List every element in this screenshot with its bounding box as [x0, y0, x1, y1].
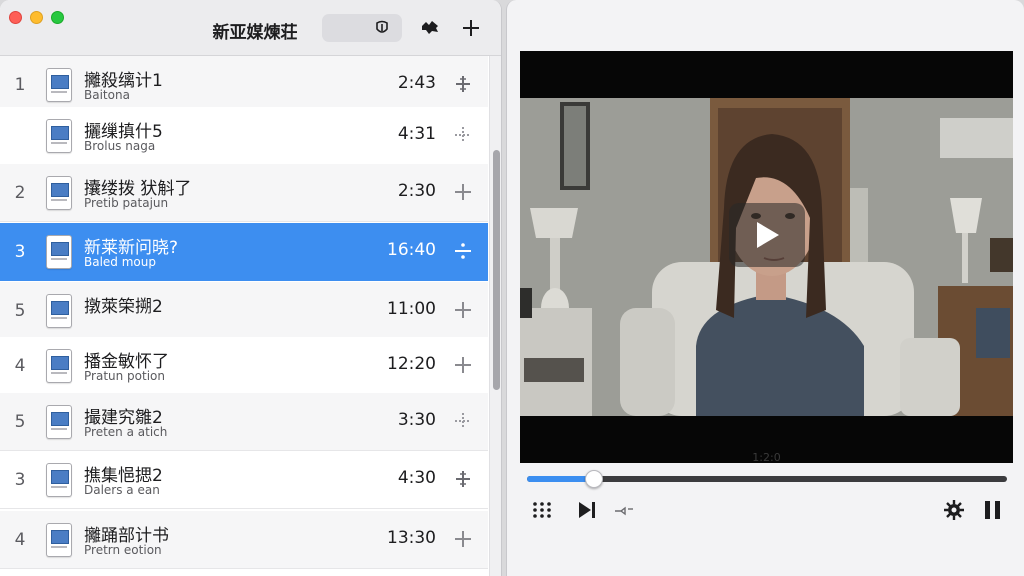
row-number: 4 [14, 530, 26, 550]
playlist-row[interactable]: 4 攡踊部计书 Pretrn eotion 13:30 [0, 511, 488, 569]
seek-bar-fill [527, 476, 595, 482]
row-number: 3 [14, 242, 26, 262]
row-subtitle: Pretrn eotion [84, 543, 162, 557]
row-subtitle: Baled moup [84, 255, 156, 269]
plus-icon[interactable] [452, 181, 474, 203]
play-icon [757, 222, 779, 248]
divide-icon[interactable] [452, 240, 474, 262]
document-thumbnail-icon [46, 349, 72, 383]
document-thumbnail-icon [46, 176, 72, 210]
row-duration: 4:30 [397, 468, 436, 488]
plus-icon [463, 20, 479, 36]
zoom-window-button[interactable] [51, 11, 64, 24]
settings-button[interactable] [942, 498, 966, 522]
playlist-row[interactable]: 5 撴萊筞搠2 11:00 [0, 282, 488, 340]
grid-button[interactable] [531, 498, 553, 522]
playlist-row[interactable]: 3 撨集悒揌2 Dalers a ean 4:30 [0, 451, 488, 509]
minimize-window-button[interactable] [30, 11, 43, 24]
document-thumbnail-icon [46, 235, 72, 269]
plus-dashed-icon[interactable] [452, 468, 474, 490]
search-shield-icon [376, 20, 388, 33]
playlist-scrollbar[interactable] [489, 56, 501, 576]
dotted-plus-icon[interactable] [452, 124, 474, 146]
row-subtitle: Pretib patajun [84, 196, 169, 210]
grid-dots-icon [533, 502, 551, 518]
row-duration: 3:30 [397, 410, 436, 430]
playlist-row[interactable]: 2 攮缕拨 犾斛了 Pretib patajun 2:30 [0, 164, 488, 222]
video-timestamp: 1:2:0 [752, 451, 781, 463]
row-duration: 2:30 [397, 181, 436, 201]
volume-button[interactable] [613, 498, 635, 522]
playlist-window: 新亚媒煉荘 1 攡殺缡计1 Baitona 2:43 攦缫搷什5 Brolus naga 4… [0, 0, 502, 576]
row-subtitle: Dalers a ean [84, 483, 160, 497]
row-subtitle: Pratun potion [84, 369, 165, 383]
document-thumbnail-icon [46, 68, 72, 102]
add-button[interactable] [457, 14, 485, 42]
playlist-row[interactable]: 攦缫搷什5 Brolus naga 4:31 [0, 107, 488, 165]
close-window-button[interactable] [9, 11, 22, 24]
gear-icon [944, 500, 964, 520]
playlist-row[interactable]: 4 播金敏怀了 Pratun potion 12:20 [0, 337, 488, 395]
search-field[interactable] [322, 14, 402, 42]
document-thumbnail-icon [46, 405, 72, 439]
row-number: 4 [14, 356, 26, 376]
document-thumbnail-icon [46, 523, 72, 557]
window-title: 新亚媒煉荘 [212, 23, 298, 43]
player-window: 1:2:0 [506, 0, 1024, 576]
pause-button[interactable] [981, 498, 1005, 522]
row-duration: 12:20 [387, 354, 436, 374]
volume-icon [615, 506, 633, 516]
plus-icon[interactable] [452, 528, 474, 550]
puzzle-icon [422, 21, 438, 34]
row-duration: 16:40 [387, 240, 436, 260]
row-number: 5 [14, 412, 26, 432]
plus-dashed-icon[interactable] [452, 73, 474, 95]
row-title: 撴萊筞搠2 [84, 297, 163, 317]
next-button[interactable] [575, 498, 599, 522]
pause-icon [985, 501, 1000, 519]
skip-next-icon [579, 502, 595, 518]
row-subtitle: Preten a atich [84, 425, 168, 439]
playlist-row[interactable]: 1 攡殺缡计1 Baitona 2:43 [0, 56, 488, 114]
video-frame[interactable]: 1:2:0 [520, 51, 1013, 463]
row-subtitle: Baitona [84, 88, 130, 102]
row-number: 5 [14, 301, 26, 321]
plus-icon[interactable] [452, 354, 474, 376]
row-number: 3 [14, 470, 26, 490]
seek-bar[interactable] [527, 470, 1007, 488]
seek-bar-knob[interactable] [585, 470, 604, 488]
row-duration: 4:31 [397, 124, 436, 144]
titlebar: 新亚媒煉荘 [0, 0, 501, 56]
playlist-row[interactable]: 3 新莱新问晓? Baled moup 16:40 [0, 223, 488, 281]
row-duration: 11:00 [387, 299, 436, 319]
play-overlay-button[interactable] [729, 203, 805, 267]
scrollbar-thumb[interactable] [493, 150, 500, 390]
row-number: 2 [14, 183, 26, 203]
playlist-row[interactable]: 5 撮建究雛2 Preten a atich 3:30 [0, 393, 488, 451]
playlist: 1 攡殺缡计1 Baitona 2:43 攦缫搷什5 Brolus naga 4:31 2 攮缕… [0, 56, 488, 576]
row-duration: 13:30 [387, 528, 436, 548]
row-duration: 2:43 [397, 73, 436, 93]
document-thumbnail-icon [46, 294, 72, 328]
extensions-button[interactable] [416, 14, 444, 42]
row-subtitle: Brolus naga [84, 139, 156, 153]
row-number: 1 [14, 75, 26, 95]
plus-icon[interactable] [452, 299, 474, 321]
dotted-plus-icon[interactable] [452, 410, 474, 432]
document-thumbnail-icon [46, 119, 72, 153]
document-thumbnail-icon [46, 463, 72, 497]
